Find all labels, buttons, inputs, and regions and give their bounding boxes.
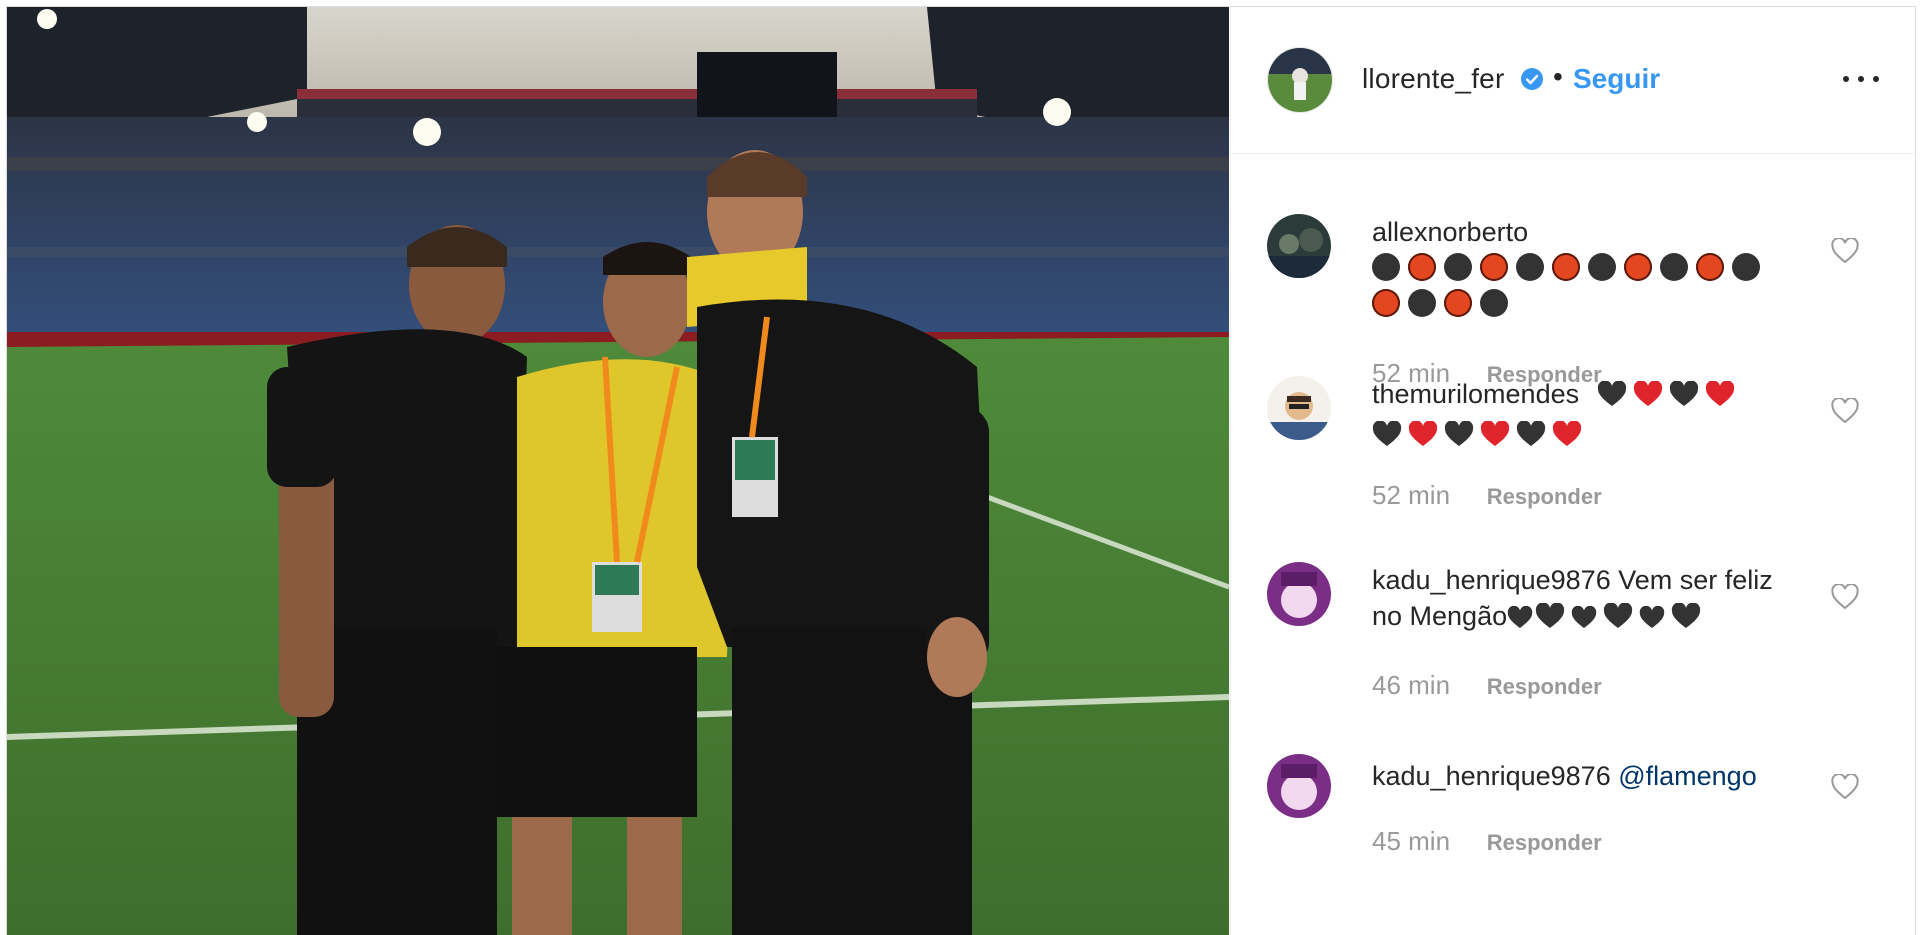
black-heart-emoji bbox=[1669, 381, 1698, 406]
black-heart-emoji bbox=[1516, 421, 1546, 446]
stadium-photo-illustration bbox=[7, 7, 1229, 935]
black-circle-emoji bbox=[1660, 253, 1688, 281]
black-heart-emoji bbox=[1444, 421, 1474, 446]
more-options-icon[interactable] bbox=[1843, 65, 1879, 93]
black-heart-emoji bbox=[1507, 606, 1533, 628]
orange-circle-emoji bbox=[1624, 253, 1652, 281]
black-heart-emoji bbox=[1639, 606, 1665, 628]
commenter-avatar[interactable] bbox=[1267, 562, 1331, 626]
reply-button[interactable]: Responder bbox=[1487, 674, 1602, 699]
commenter-username[interactable]: kadu_henrique9876 bbox=[1372, 761, 1611, 791]
black-heart-emoji bbox=[1603, 603, 1633, 628]
reply-button[interactable]: Responder bbox=[1487, 830, 1602, 855]
orange-circle-emoji bbox=[1372, 289, 1400, 317]
orange-circle-emoji bbox=[1408, 253, 1436, 281]
more-dot bbox=[1873, 76, 1879, 82]
comment-meta: 52 min Responder bbox=[1372, 480, 1602, 511]
emoji-line bbox=[1372, 416, 1842, 452]
black-circle-emoji bbox=[1732, 253, 1760, 281]
commenter-avatar[interactable] bbox=[1267, 214, 1331, 278]
black-circle-emoji bbox=[1372, 253, 1400, 281]
mention-link[interactable]: @flamengo bbox=[1618, 761, 1756, 791]
black-circle-emoji bbox=[1444, 253, 1472, 281]
comment-time[interactable]: 45 min bbox=[1372, 826, 1450, 856]
orange-circle-emoji bbox=[1552, 253, 1580, 281]
orange-circle-emoji bbox=[1480, 253, 1508, 281]
red-heart-emoji bbox=[1705, 381, 1734, 406]
commenter-avatar-image bbox=[1267, 754, 1331, 818]
verified-badge-icon bbox=[1521, 68, 1543, 90]
author-username[interactable]: llorente_fer bbox=[1362, 63, 1504, 95]
commenter-username[interactable]: kadu_henrique9876 bbox=[1372, 565, 1611, 595]
comment-list: allexnorberto 52 min Responder themurilo… bbox=[1231, 154, 1915, 935]
like-heart-icon[interactable] bbox=[1831, 398, 1859, 424]
red-heart-emoji bbox=[1633, 381, 1662, 406]
black-circle-emoji bbox=[1516, 253, 1544, 281]
black-heart-emoji bbox=[1671, 603, 1701, 628]
orange-circle-emoji bbox=[1696, 253, 1724, 281]
commenter-avatar-image bbox=[1267, 376, 1331, 440]
black-circle-emoji bbox=[1480, 289, 1508, 317]
comment-body: themurilomendes bbox=[1372, 364, 1842, 452]
comment-text: Vem ser feliz bbox=[1618, 565, 1773, 595]
like-heart-icon[interactable] bbox=[1831, 584, 1859, 610]
follow-button[interactable]: Seguir bbox=[1573, 63, 1660, 95]
comment-meta: 46 min Responder bbox=[1372, 670, 1602, 701]
comment-body: kadu_henrique9876 Vem ser feliz no Mengã… bbox=[1372, 562, 1842, 634]
commenter-username[interactable]: themurilomendes bbox=[1372, 379, 1579, 409]
comment-meta: 45 min Responder bbox=[1372, 826, 1602, 857]
like-heart-icon[interactable] bbox=[1831, 238, 1859, 264]
comment-body: allexnorberto bbox=[1372, 214, 1842, 322]
more-dot bbox=[1843, 76, 1849, 82]
black-circle-emoji bbox=[1408, 289, 1436, 317]
author-avatar[interactable] bbox=[1267, 47, 1333, 113]
commenter-avatar-image bbox=[1267, 562, 1331, 626]
more-dot bbox=[1858, 76, 1864, 82]
emoji-line bbox=[1372, 250, 1842, 286]
red-heart-emoji bbox=[1408, 421, 1438, 446]
commenter-avatar[interactable] bbox=[1267, 376, 1331, 440]
emoji-line bbox=[1372, 286, 1842, 322]
post-header: llorente_fer • Seguir bbox=[1231, 7, 1915, 154]
orange-circle-emoji bbox=[1444, 289, 1472, 317]
black-heart-emoji bbox=[1535, 603, 1565, 628]
header-separator: • bbox=[1553, 61, 1563, 92]
commenter-username[interactable]: allexnorberto bbox=[1372, 217, 1528, 247]
comments-panel: llorente_fer • Seguir allexnorberto 52 m… bbox=[1230, 7, 1915, 935]
commenter-avatar-image bbox=[1267, 214, 1331, 278]
red-heart-emoji bbox=[1552, 421, 1582, 446]
black-heart-emoji bbox=[1597, 381, 1626, 406]
author-avatar-image bbox=[1268, 48, 1332, 112]
black-circle-emoji bbox=[1588, 253, 1616, 281]
like-heart-icon[interactable] bbox=[1831, 774, 1859, 800]
comment-text: no Mengão bbox=[1372, 601, 1508, 631]
comment-body: kadu_henrique9876 @flamengo bbox=[1372, 758, 1842, 794]
black-heart-emoji bbox=[1372, 421, 1402, 446]
post-photo[interactable] bbox=[7, 7, 1229, 935]
black-heart-emoji bbox=[1571, 606, 1597, 628]
comment-time[interactable]: 46 min bbox=[1372, 670, 1450, 700]
post-window: llorente_fer • Seguir allexnorberto 52 m… bbox=[6, 6, 1916, 935]
commenter-avatar[interactable] bbox=[1267, 754, 1331, 818]
reply-button[interactable]: Responder bbox=[1487, 484, 1602, 509]
comment-time[interactable]: 52 min bbox=[1372, 480, 1450, 510]
red-heart-emoji bbox=[1480, 421, 1510, 446]
